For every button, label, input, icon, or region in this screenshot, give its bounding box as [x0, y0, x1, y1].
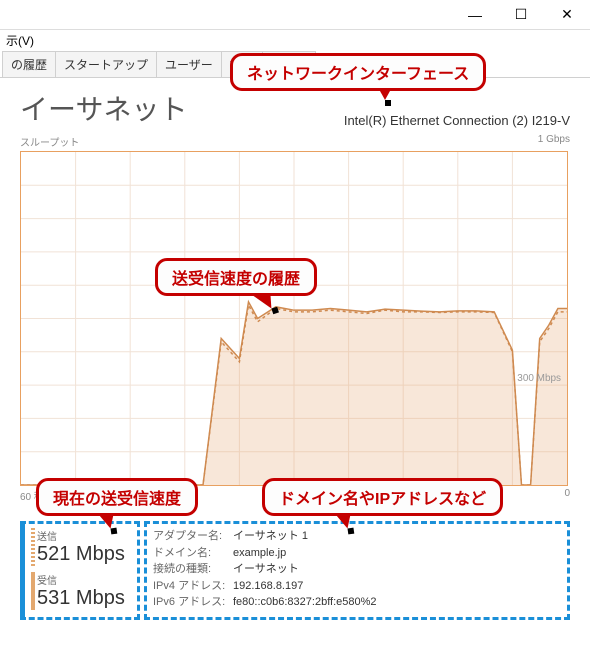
tab-history[interactable]: の履歴 [2, 51, 56, 77]
titlebar: — ☐ ✕ [0, 0, 590, 30]
throughput-chart: 300 Mbps [20, 151, 568, 486]
adapter-label: アダプター名: [153, 528, 233, 545]
recv-label: 受信 [37, 572, 129, 587]
callout-current: 現在の送受信速度 [36, 478, 198, 516]
ipv6-value: fe80::c0b6:8327:2bff:e580%2 [233, 594, 377, 611]
tab-startup[interactable]: スタートアップ [55, 51, 157, 77]
recv-accent [31, 572, 35, 610]
chart-ymax: 1 Gbps [538, 134, 570, 149]
menubar: 示(V) [0, 30, 590, 51]
minimize-button[interactable]: — [452, 0, 498, 30]
ipv4-label: IPv4 アドレス: [153, 578, 233, 595]
callout-interface: ネットワークインターフェース [230, 53, 486, 91]
menu-view[interactable]: 示(V) [6, 34, 34, 48]
chart-x-right: 0 [564, 488, 570, 503]
send-accent [31, 528, 35, 566]
svg-text:300 Mbps: 300 Mbps [517, 373, 561, 384]
maximize-button[interactable]: ☐ [498, 0, 544, 30]
content: イーサネット Intel(R) Ethernet Connection (2) … [0, 78, 590, 630]
callout-details: ドメイン名やIPアドレスなど [262, 478, 503, 516]
conn-value: イーサネット [233, 561, 299, 578]
page-title: イーサネット [20, 88, 187, 128]
interface-name: Intel(R) Ethernet Connection (2) I219-V [344, 113, 570, 128]
send-value: 521 Mbps [37, 543, 129, 566]
heading-row: イーサネット Intel(R) Ethernet Connection (2) … [20, 88, 570, 128]
domain-label: ドメイン名: [153, 545, 233, 562]
callout-history: 送受信速度の履歴 [155, 258, 317, 296]
chart-area: スループット 1 Gbps 300 Mbps 60 秒 0 [20, 134, 570, 503]
current-speed-panel: 送信 521 Mbps 受信 531 Mbps [20, 521, 140, 620]
network-details-panel: アダプター名:イーサネット 1 ドメイン名:example.jp 接続の種類:イ… [144, 521, 570, 620]
conn-label: 接続の種類: [153, 561, 233, 578]
close-button[interactable]: ✕ [544, 0, 590, 30]
chart-title: スループット [20, 134, 79, 149]
ipv4-value: 192.168.8.197 [233, 578, 303, 595]
tab-users[interactable]: ユーザー [156, 51, 222, 77]
adapter-value: イーサネット 1 [233, 528, 308, 545]
ipv6-label: IPv6 アドレス: [153, 594, 233, 611]
recv-value: 531 Mbps [37, 587, 129, 610]
stats-row: 送信 521 Mbps 受信 531 Mbps アダプター名:イーサネット 1 … [20, 521, 570, 620]
domain-value: example.jp [233, 545, 286, 562]
